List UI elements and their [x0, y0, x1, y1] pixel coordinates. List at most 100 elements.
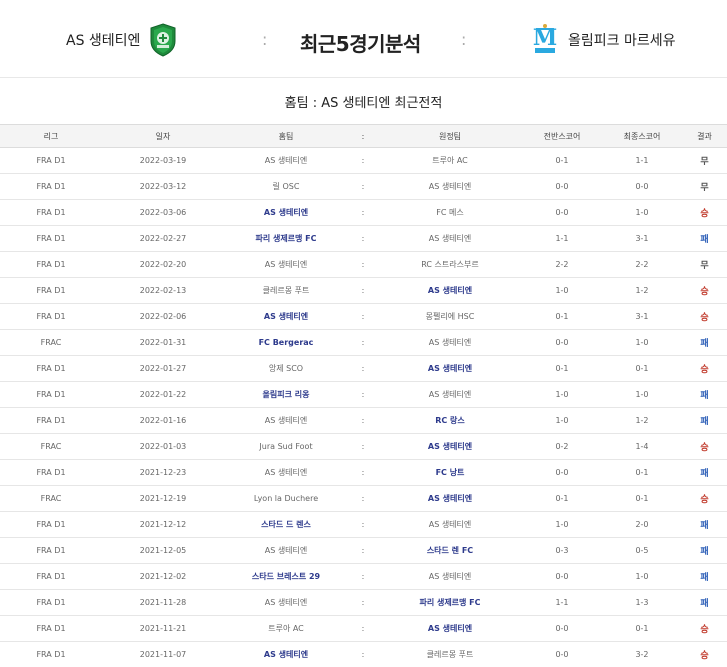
row-league: FRA D1 — [36, 416, 66, 425]
row-final-score: 1-4 — [635, 442, 649, 451]
table-row[interactable]: FRA D1 2022-02-06 AS 생테티엔: 몽펠리에 HSC 0-1 3-1 승 — [0, 304, 727, 330]
table-row[interactable]: FRA D1 2022-01-16 AS 생테티엔: RC 랑스 1-0 1-2 패 — [0, 408, 727, 434]
row-half-score: 0-0 — [555, 208, 569, 217]
row-away-team[interactable]: AS 생테티엔 — [378, 337, 522, 348]
row-league: FRA D1 — [36, 156, 66, 165]
row-home-team[interactable]: AS 생테티엔 — [224, 207, 348, 218]
row-home-team[interactable]: AS 생테티엔 — [224, 415, 348, 426]
row-date: 2022-01-27 — [139, 364, 187, 373]
table-row[interactable]: FRA D1 2021-12-05 AS 생테티엔: 스타드 렌 FC 0-3 0-5 패 — [0, 538, 727, 564]
row-result: 무 — [700, 183, 709, 193]
row-home-team[interactable]: AS 생테티엔 — [224, 597, 348, 608]
row-half-score: 1-0 — [555, 520, 569, 529]
row-league: FRA D1 — [36, 208, 66, 217]
row-home-team[interactable]: 스타드 드 렌스 — [224, 519, 348, 530]
table-row[interactable]: FRA D1 2022-03-12 릴 OSC: AS 생테티엔 0-0 0-0 무 — [0, 174, 727, 200]
home-team-name: AS 생테티엔 — [66, 33, 141, 49]
row-away-team[interactable]: AS 생테티엔 — [378, 623, 522, 634]
row-result: 패 — [700, 417, 709, 427]
row-home-team[interactable]: AS 생테티엔 — [224, 545, 348, 556]
table-row[interactable]: FRA D1 2021-12-23 AS 생테티엔: FC 낭트 0-0 0-1 패 — [0, 460, 727, 486]
row-league: FRA D1 — [36, 650, 66, 659]
row-result: 패 — [700, 573, 709, 583]
row-half-score: 0-1 — [555, 494, 569, 503]
home-team[interactable]: AS 생테티엔 — [66, 22, 178, 58]
row-home-team[interactable]: 파리 생제르맹 FC — [224, 233, 348, 244]
row-away-team[interactable]: 몽펠리에 HSC — [378, 311, 522, 322]
row-final-score: 0-0 — [635, 182, 649, 191]
row-half-score: 2-2 — [555, 260, 569, 269]
row-league: FRA D1 — [36, 260, 66, 269]
table-row[interactable]: FRA D1 2021-11-28 AS 생테티엔: 파리 생제르맹 FC 1-1 1-3… — [0, 590, 727, 616]
row-away-team[interactable]: RC 랑스 — [378, 415, 522, 426]
row-final-score: 1-0 — [635, 572, 649, 581]
row-away-team[interactable]: FC 낭트 — [378, 467, 522, 478]
row-league: FRA D1 — [36, 312, 66, 321]
table-row[interactable]: FRA D1 2022-02-20 AS 생테티엔: RC 스트라스부르 2-2 2-2 무 — [0, 252, 727, 278]
table-row[interactable]: FRA D1 2022-03-06 AS 생테티엔: FC 메스 0-0 1-0 승 — [0, 200, 727, 226]
row-date: 2021-12-12 — [139, 520, 187, 529]
row-away-team[interactable]: AS 생테티엔 — [378, 493, 522, 504]
row-separator: : — [361, 312, 365, 321]
row-away-team[interactable]: AS 생테티엔 — [378, 181, 522, 192]
row-away-team[interactable]: AS 생테티엔 — [378, 363, 522, 374]
row-final-score: 1-2 — [635, 286, 649, 295]
row-league: FRAC — [40, 494, 62, 503]
row-home-team[interactable]: Lyon la Duchere — [224, 494, 348, 503]
row-half-score: 0-0 — [555, 572, 569, 581]
table-row[interactable]: FRAC 2022-01-03 Jura Sud Foot: AS 생테티엔 0-2 1-… — [0, 434, 727, 460]
table-row[interactable]: FRA D1 2021-11-07 AS 생테티엔: 클레르몽 푸트 0-0 3-2 승 — [0, 642, 727, 667]
table-row[interactable]: FRAC 2021-12-19 Lyon la Duchere: AS 생테티엔 0-1… — [0, 486, 727, 512]
row-home-team[interactable]: 트루아 AC — [224, 623, 348, 634]
row-date: 2021-11-07 — [139, 650, 187, 659]
row-final-score: 1-0 — [635, 390, 649, 399]
table-row[interactable]: FRA D1 2021-12-02 스타드 브레스트 29: AS 생테티엔 0-0 1-… — [0, 564, 727, 590]
row-away-team[interactable]: AS 생테티엔 — [378, 285, 522, 296]
row-home-team[interactable]: FC Bergerac — [224, 338, 348, 347]
table-row[interactable]: FRA D1 2021-12-12 스타드 드 렌스: AS 생테티엔 1-0 2-0 패 — [0, 512, 727, 538]
row-result: 패 — [700, 547, 709, 557]
table-row[interactable]: FRA D1 2022-01-27 앙제 SCO: AS 생테티엔 0-1 0-1 승 — [0, 356, 727, 382]
row-date: 2021-11-21 — [139, 624, 187, 633]
row-date: 2022-01-22 — [139, 390, 187, 399]
table-row[interactable]: FRA D1 2022-02-13 클레르몽 푸트: AS 생테티엔 1-0 1-2 승 — [0, 278, 727, 304]
marseille-crest-icon: M — [530, 23, 560, 57]
row-league: FRA D1 — [36, 572, 66, 581]
row-home-team[interactable]: AS 생테티엔 — [224, 467, 348, 478]
table-row[interactable]: FRA D1 2022-02-27 파리 생제르맹 FC: AS 생테티엔 1-1 3-1… — [0, 226, 727, 252]
row-home-team[interactable]: Jura Sud Foot — [224, 442, 348, 451]
row-away-team[interactable]: AS 생테티엔 — [378, 389, 522, 400]
row-away-team[interactable]: AS 생테티엔 — [378, 233, 522, 244]
row-home-team[interactable]: 앙제 SCO — [224, 363, 348, 374]
row-home-team[interactable]: AS 생테티엔 — [224, 649, 348, 660]
row-home-team[interactable]: AS 생테티엔 — [224, 155, 348, 166]
row-away-team[interactable]: 클레르몽 푸트 — [378, 649, 522, 660]
row-home-team[interactable]: AS 생테티엔 — [224, 259, 348, 270]
table-row[interactable]: FRA D1 2022-01-22 올림피크 리옹: AS 생테티엔 1-0 1-0 패 — [0, 382, 727, 408]
row-home-team[interactable]: 스타드 브레스트 29 — [224, 571, 348, 582]
row-home-team[interactable]: 클레르몽 푸트 — [224, 285, 348, 296]
row-away-team[interactable]: 스타드 렌 FC — [378, 545, 522, 556]
row-result: 패 — [700, 339, 709, 349]
row-away-team[interactable]: AS 생테티엔 — [378, 441, 522, 452]
row-away-team[interactable]: RC 스트라스부르 — [378, 259, 522, 270]
row-away-team[interactable]: 파리 생제르맹 FC — [378, 597, 522, 608]
row-home-team[interactable]: 릴 OSC — [224, 181, 348, 192]
row-separator: : — [361, 260, 365, 269]
row-away-team[interactable]: 트루아 AC — [378, 155, 522, 166]
row-separator: : — [361, 338, 365, 347]
row-home-team[interactable]: AS 생테티엔 — [224, 311, 348, 322]
row-home-team[interactable]: 올림피크 리옹 — [224, 389, 348, 400]
row-away-team[interactable]: AS 생테티엔 — [378, 571, 522, 582]
col-final-score: 최종스코어 — [623, 131, 661, 141]
table-row[interactable]: FRA D1 2022-03-19 AS 생테티엔: 트루아 AC 0-1 1-1 무 — [0, 148, 727, 174]
away-team[interactable]: M 올림피크 마르세유 — [530, 22, 676, 58]
row-away-team[interactable]: AS 생테티엔 — [378, 519, 522, 530]
table-row[interactable]: FRAC 2022-01-31 FC Bergerac: AS 생테티엔 0-0 1-0 패 — [0, 330, 727, 356]
row-final-score: 2-0 — [635, 520, 649, 529]
row-date: 2021-12-23 — [139, 468, 187, 477]
row-away-team[interactable]: FC 메스 — [378, 207, 522, 218]
row-final-score: 1-0 — [635, 208, 649, 217]
row-separator: : — [361, 442, 365, 451]
table-row[interactable]: FRA D1 2021-11-21 트루아 AC: AS 생테티엔 0-0 0-1 승 — [0, 616, 727, 642]
